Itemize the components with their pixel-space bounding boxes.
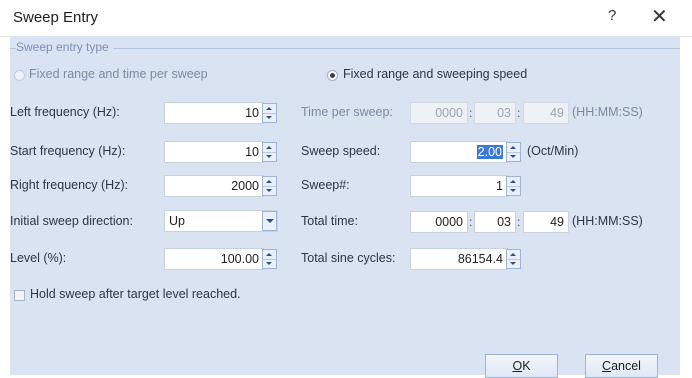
- start-frequency-spinner[interactable]: [262, 142, 277, 162]
- dropdown-arrow-icon[interactable]: [262, 211, 277, 231]
- help-icon[interactable]: ?: [608, 7, 616, 24]
- left-frequency-spinner[interactable]: [262, 103, 277, 123]
- total-cycles-field[interactable]: 86154.4: [410, 248, 508, 270]
- sweep-speed-label: Sweep speed:: [301, 144, 381, 158]
- spin-down-icon[interactable]: [263, 259, 276, 268]
- left-frequency-label: Left frequency (Hz):: [10, 105, 120, 119]
- time-per-sweep-mm[interactable]: 03: [474, 102, 516, 124]
- right-frequency-label: Right frequency (Hz):: [10, 178, 129, 192]
- total-time-hh[interactable]: 0000: [410, 211, 468, 233]
- left-frequency-field[interactable]: 10: [164, 102, 264, 124]
- total-time-mm[interactable]: 03: [474, 211, 516, 233]
- sweep-direction-select[interactable]: Up: [164, 210, 278, 232]
- total-cycles-label: Total sine cycles:: [301, 251, 396, 265]
- cancel-rest: ancel: [611, 359, 641, 373]
- spin-down-icon[interactable]: [507, 186, 520, 195]
- start-frequency-field[interactable]: 10: [164, 141, 264, 163]
- sweep-speed-value: 2.00: [476, 145, 503, 159]
- ok-rest: K: [522, 359, 531, 373]
- title-bar: Sweep Entry ? ✕: [0, 0, 692, 37]
- time-separator: :: [469, 215, 473, 229]
- radio-fixed-time-label: Fixed range and time per sweep: [29, 67, 208, 81]
- close-icon[interactable]: ✕: [651, 4, 668, 29]
- start-frequency-label: Start frequency (Hz):: [10, 144, 126, 158]
- level-label: Level (%):: [10, 251, 67, 265]
- sweep-speed-spinner[interactable]: [506, 142, 521, 162]
- right-frequency-spinner[interactable]: [262, 176, 277, 196]
- time-separator: :: [517, 215, 521, 229]
- time-per-sweep-ss[interactable]: 49: [523, 102, 569, 124]
- radio-fixed-speed-label: Fixed range and sweeping speed: [343, 67, 528, 81]
- total-time-ss[interactable]: 49: [523, 211, 569, 233]
- sweep-count-field[interactable]: 1: [410, 175, 508, 197]
- group-label: Sweep entry type: [16, 40, 113, 54]
- cancel-accel: C: [602, 359, 612, 373]
- cancel-button[interactable]: Cancel: [585, 354, 658, 378]
- right-frequency-field[interactable]: 2000: [164, 175, 264, 197]
- sweep-count-label: Sweep#:: [301, 178, 350, 192]
- time-per-sweep-unit: (HH:MM:SS): [572, 105, 643, 119]
- spin-down-icon[interactable]: [263, 113, 276, 122]
- ok-button[interactable]: OK: [485, 354, 558, 378]
- total-time-label: Total time:: [301, 214, 358, 228]
- spin-down-icon[interactable]: [507, 259, 520, 268]
- radio-fixed-speed[interactable]: [327, 70, 338, 81]
- window-title: Sweep Entry: [13, 9, 99, 26]
- ok-accel: O: [512, 359, 523, 373]
- sweep-count-spinner[interactable]: [506, 176, 521, 196]
- hold-sweep-label: Hold sweep after target level reached.: [30, 287, 241, 301]
- spin-down-icon[interactable]: [263, 186, 276, 195]
- sweep-direction-label: Initial sweep direction:: [10, 214, 133, 228]
- time-per-sweep-label: Time per sweep:: [301, 105, 393, 119]
- dialog-body: Sweep entry type Fixed range and time pe…: [10, 36, 680, 378]
- spin-down-icon[interactable]: [263, 152, 276, 161]
- total-cycles-spinner[interactable]: [506, 249, 521, 269]
- sweep-speed-field[interactable]: 2.00: [410, 141, 508, 163]
- level-spinner[interactable]: [262, 249, 277, 269]
- radio-fixed-time[interactable]: [14, 70, 25, 81]
- level-field[interactable]: 100.00: [164, 248, 264, 270]
- time-per-sweep-hh[interactable]: 0000: [410, 102, 468, 124]
- time-separator: :: [469, 106, 473, 120]
- time-separator: :: [517, 106, 521, 120]
- sweep-speed-unit: (Oct/Min): [527, 144, 579, 158]
- spin-down-icon[interactable]: [507, 152, 520, 161]
- total-time-unit: (HH:MM:SS): [572, 214, 643, 228]
- hold-sweep-checkbox[interactable]: [14, 290, 25, 301]
